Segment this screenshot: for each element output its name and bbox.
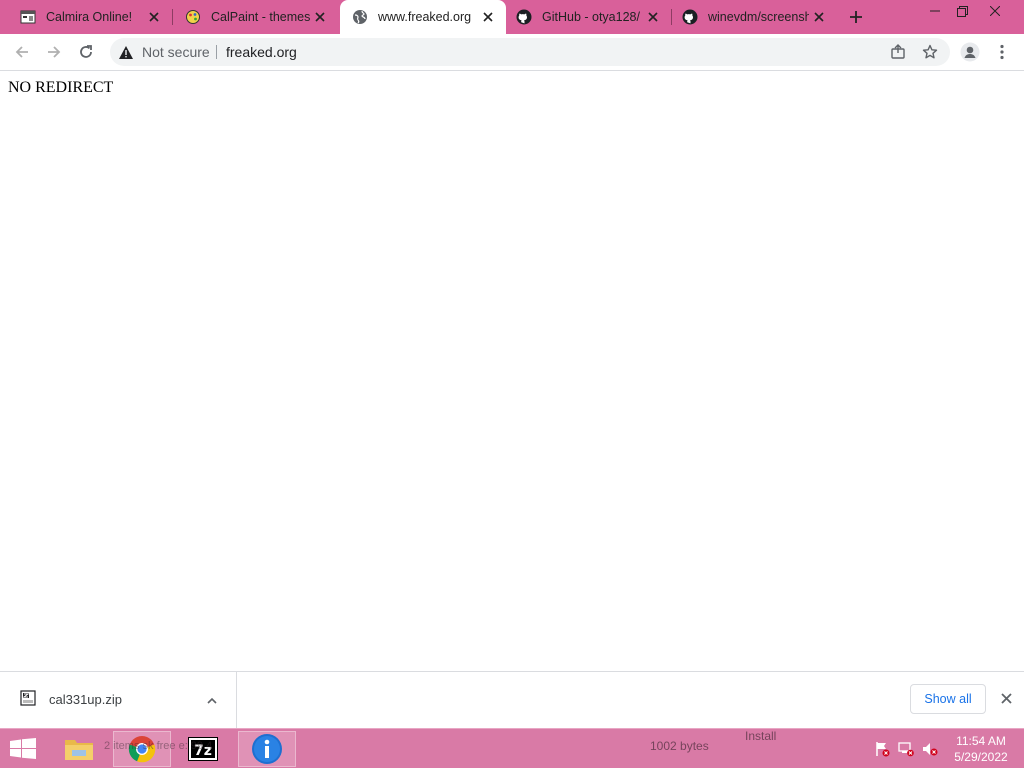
warning-icon[interactable] [118, 44, 134, 60]
url-text[interactable]: freaked.org [226, 38, 297, 66]
download-file-name[interactable]: cal331up.zip [49, 692, 122, 707]
new-tab-button[interactable] [845, 6, 867, 28]
download-shelf: cal331up.zip Show all [0, 671, 1024, 728]
download-item[interactable]: cal331up.zip [0, 672, 237, 728]
reload-button[interactable] [73, 39, 99, 65]
browser-toolbar: Not secure freaked.org [0, 34, 1024, 71]
tab-title: winevdm/screensh [708, 10, 809, 24]
action-center-flag-icon[interactable] [873, 741, 891, 757]
close-icon[interactable] [809, 7, 829, 27]
network-icon[interactable] [897, 741, 915, 757]
tab-winevdm[interactable]: winevdm/screensh [672, 0, 837, 34]
tab-title: CalPaint - themes f [211, 10, 310, 24]
info-app-button[interactable] [238, 731, 296, 767]
restore-button[interactable] [947, 0, 977, 22]
close-icon[interactable] [478, 7, 498, 27]
share-icon[interactable] [888, 42, 908, 62]
calpaint-favicon-icon [185, 9, 201, 25]
tab-github-otya128[interactable]: GitHub - otya128/ [506, 0, 671, 34]
volume-muted-icon[interactable] [921, 741, 939, 757]
profile-avatar-icon[interactable] [957, 39, 983, 65]
file-explorer-button[interactable] [56, 731, 102, 767]
forward-button[interactable] [41, 39, 67, 65]
ghost-install-text: Install [745, 729, 777, 743]
tab-title: Calmira Online! [46, 10, 133, 24]
tab-calmira-online[interactable]: Calmira Online! [0, 0, 172, 34]
chevron-up-icon[interactable] [204, 692, 220, 708]
tab-strip: Calmira Online! CalPaint - themes f www.… [0, 0, 1024, 34]
menu-kebab-icon[interactable] [989, 39, 1015, 65]
calmira-favicon-icon [20, 9, 36, 25]
tab-calpaint[interactable]: CalPaint - themes f [173, 0, 338, 34]
page-body-text: NO REDIRECT [8, 79, 114, 96]
omnibox-divider [216, 45, 217, 59]
tab-freaked-org[interactable]: www.freaked.org [340, 0, 506, 34]
security-label[interactable]: Not secure [142, 38, 210, 66]
minimize-button[interactable] [920, 0, 950, 22]
ghost-status-text: 2 items sk free e: 99.4 [104, 740, 213, 752]
back-button[interactable] [9, 39, 35, 65]
taskbar: 7z 2 items sk free e: 99.4 1002 bytes In… [0, 728, 1024, 768]
close-window-button[interactable] [980, 0, 1010, 22]
globe-icon [352, 9, 368, 25]
address-bar[interactable]: Not secure freaked.org [110, 38, 950, 66]
ghost-size-text: 1002 bytes [650, 739, 709, 753]
close-icon[interactable] [643, 7, 663, 27]
close-icon[interactable] [144, 7, 164, 27]
page-content: NO REDIRECT [0, 71, 1024, 671]
close-icon[interactable] [310, 7, 330, 27]
start-button[interactable] [8, 737, 38, 761]
tab-title: www.freaked.org [378, 10, 472, 24]
zip-file-icon [20, 690, 36, 706]
tab-title: GitHub - otya128/ [542, 10, 640, 24]
github-icon [516, 9, 532, 25]
github-icon [682, 9, 698, 25]
close-shelf-icon[interactable] [996, 688, 1016, 708]
clock-time[interactable]: 11:54 AM [947, 734, 1015, 748]
bookmark-star-icon[interactable] [920, 42, 940, 62]
clock-date[interactable]: 5/29/2022 [947, 750, 1015, 764]
show-all-button[interactable]: Show all [910, 684, 986, 714]
